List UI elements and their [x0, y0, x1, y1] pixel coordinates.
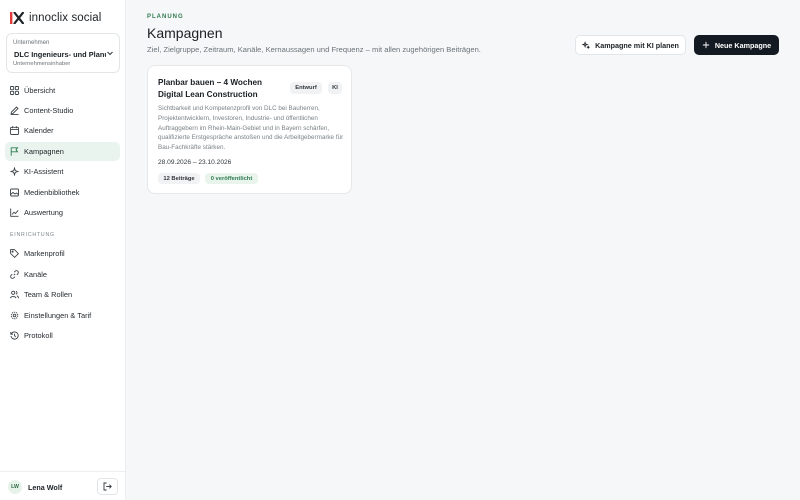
sidebar-item-label: Markenprofil — [24, 249, 65, 258]
company-name: DLC Ingenieurs- und Planu — [14, 50, 106, 59]
plan-with-ki-label: Kampagne mit KI planen — [595, 40, 679, 50]
sidebar-item-kalender[interactable]: Kalender — [5, 121, 120, 140]
sparkle-icon — [10, 167, 19, 176]
sidebar-item-label: Protokoll — [24, 331, 53, 340]
company-switcher[interactable]: Unternehmen DLC Ingenieurs- und Planu Un… — [6, 33, 120, 73]
grid-icon — [10, 86, 19, 95]
avatar[interactable]: LW — [8, 480, 22, 494]
sidebar-item-kanaele[interactable]: Kanäle — [5, 265, 120, 284]
sidebar-item-label: Übersicht — [24, 86, 56, 95]
sidebar-item-label: Content-Studio — [24, 106, 74, 115]
sidebar-item-team-rollen[interactable]: Team & Rollen — [5, 285, 120, 304]
campaign-title: Planbar bauen – 4 Wochen Digital Lean Co… — [158, 78, 263, 99]
company-role: Unternehmensinhaber — [13, 61, 71, 67]
history-icon — [10, 331, 19, 340]
posts-count-badge: 12 Beiträge — [158, 173, 200, 184]
sidebar-item-auswertung[interactable]: Auswertung — [5, 203, 120, 222]
campaign-description: Sichtbarkeit und Kompetenzprofil von DLC… — [158, 105, 344, 152]
sidebar-item-label: Auswertung — [24, 208, 64, 217]
sidebar-item-label: Team & Rollen — [24, 290, 73, 299]
plan-with-ki-button[interactable]: Kampagne mit KI planen — [575, 35, 686, 55]
campaign-date-range: 28.09.2026 – 23.10.2026 — [158, 159, 232, 166]
sidebar-item-label: Kalender — [24, 126, 54, 135]
link-icon — [10, 270, 19, 279]
sidebar-item-label: Medienbibliothek — [24, 188, 80, 197]
sidebar-item-einstellungen-tarif[interactable]: Einstellungen & Tarif — [5, 306, 120, 325]
sidebar-item-label: KI-Assistent — [24, 167, 64, 176]
new-campaign-button[interactable]: Neue Kampagne — [694, 35, 779, 55]
status-badge: Entwurf — [290, 82, 322, 94]
ki-badge: KI — [328, 82, 342, 94]
logout-button[interactable] — [97, 478, 118, 495]
sidebar-item-kampagnen[interactable]: Kampagnen — [5, 142, 120, 161]
company-label: Unternehmen — [13, 40, 50, 46]
sidebar: innoclix social Unternehmen DLC Ingenieu… — [0, 0, 126, 500]
flag-icon — [10, 147, 19, 156]
sidebar-item-label: Einstellungen & Tarif — [24, 311, 92, 320]
user-name: Lena Wolf — [28, 483, 63, 492]
tag-icon — [10, 249, 19, 258]
sidebar-item-markenprofil[interactable]: Markenprofil — [5, 244, 120, 263]
chevron-down-icon — [107, 51, 113, 56]
calendar-icon — [10, 126, 19, 135]
sidebar-item-content-studio[interactable]: Content-Studio — [5, 101, 120, 120]
pen-icon — [10, 106, 19, 115]
gear-icon — [10, 311, 19, 320]
sidebar-item-label: Kampagnen — [24, 147, 64, 156]
new-campaign-label: Neue Kampagne — [714, 40, 772, 50]
users-icon — [10, 290, 19, 299]
campaign-card[interactable]: Planbar bauen – 4 Wochen Digital Lean Co… — [147, 65, 352, 194]
page-eyebrow: PLANUNG — [147, 14, 184, 20]
brand-name: innoclix social — [29, 12, 102, 24]
user-footer: LW Lena Wolf — [0, 471, 126, 500]
published-count-badge: 0 veröffentlicht — [205, 173, 258, 184]
sparkle-icon — [582, 41, 590, 49]
brand-logo[interactable]: innoclix social — [10, 11, 101, 25]
sidebar-item-protokoll[interactable]: Protokoll — [5, 326, 120, 345]
chart-line-icon — [10, 208, 19, 217]
sidebar-item-label: Kanäle — [24, 270, 48, 279]
sidebar-item-medienbibliothek[interactable]: Medienbibliothek — [5, 183, 120, 202]
plus-icon — [702, 41, 709, 49]
logo-mark-icon — [10, 12, 24, 24]
sidebar-item-ki-assistent[interactable]: KI-Assistent — [5, 162, 120, 181]
page-subtitle: Ziel, Zielgruppe, Zeitraum, Kanäle, Kern… — [147, 45, 481, 54]
sidebar-item-uebersicht[interactable]: Übersicht — [5, 81, 120, 100]
image-icon — [10, 188, 19, 197]
section-label-einrichtung: EINRICHTUNG — [10, 232, 55, 238]
page-title: Kampagnen — [147, 25, 223, 41]
logout-icon — [103, 482, 112, 491]
